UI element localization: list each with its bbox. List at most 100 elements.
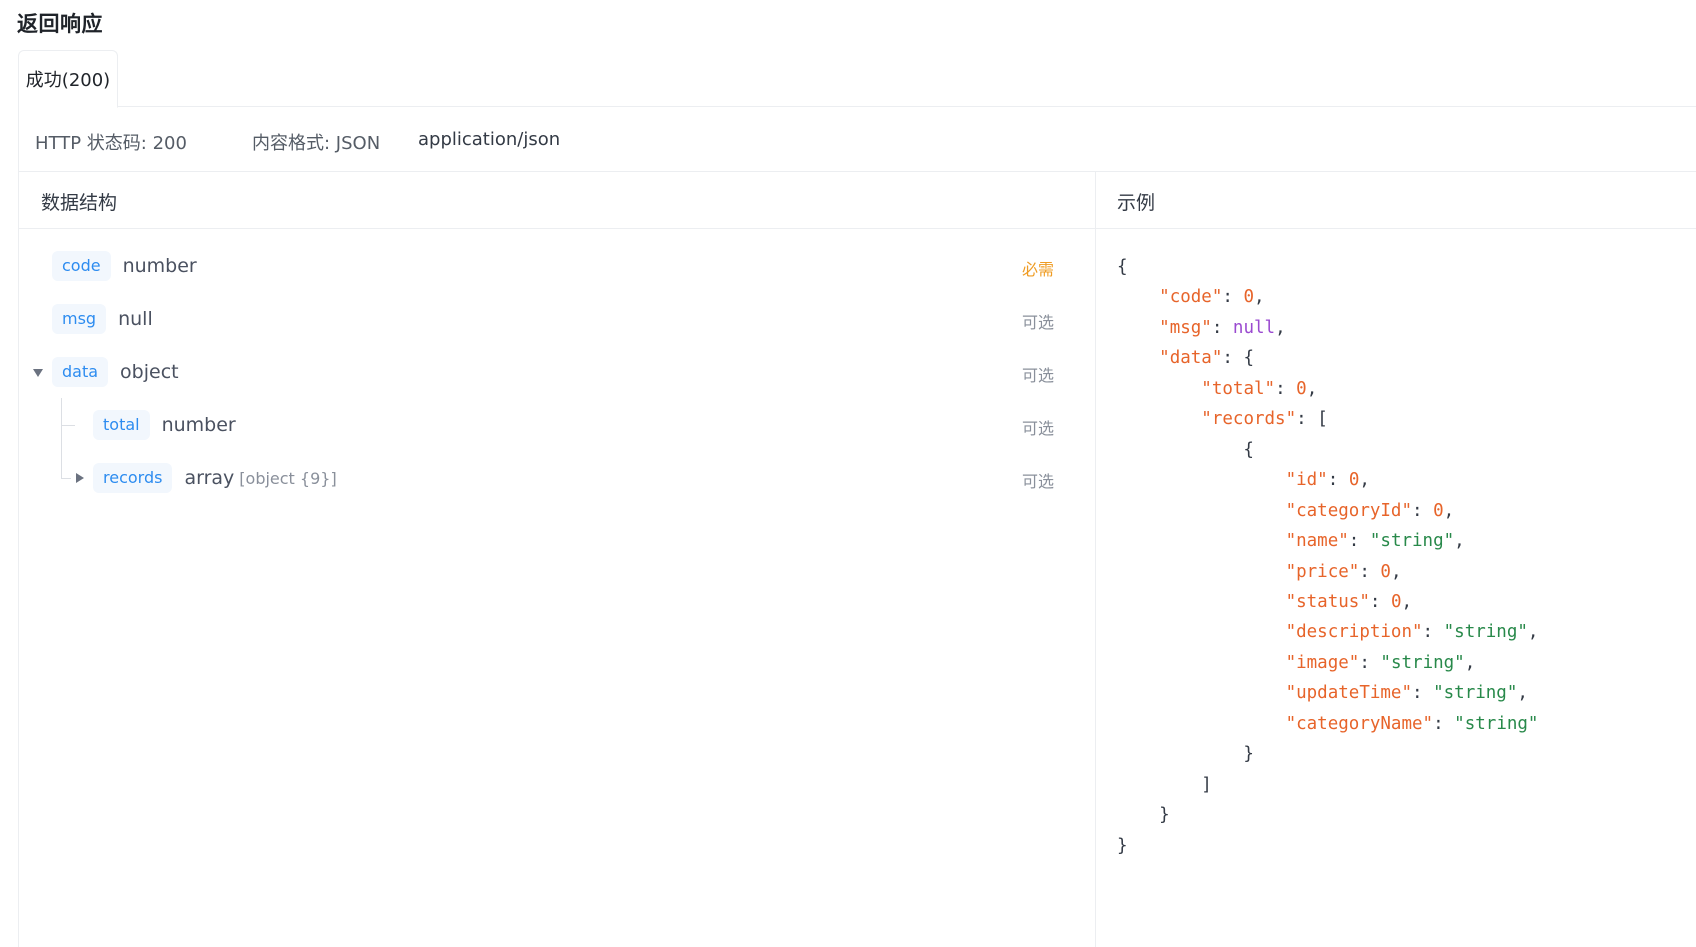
code-line: "total": 0,	[1117, 374, 1538, 404]
schema-header: 数据结构	[19, 172, 1095, 229]
field-requirement-label: 可选	[1022, 313, 1055, 332]
code-token: :	[1412, 683, 1434, 704]
code-token: :	[1327, 470, 1349, 491]
code-token: ,	[1390, 561, 1402, 582]
caret-down-icon[interactable]	[33, 369, 43, 377]
code-token: :	[1348, 531, 1370, 552]
response-panel: HTTP 状态码: 200 内容格式: JSON application/jso…	[18, 107, 1696, 947]
code-token: "msg"	[1159, 317, 1212, 338]
code-token: ,	[1254, 287, 1265, 308]
field-type: number	[161, 414, 236, 436]
code-line: "status": 0,	[1117, 587, 1538, 617]
code-token: ]	[1117, 774, 1212, 795]
code-token: : [	[1296, 409, 1328, 430]
code-line: "id": 0,	[1117, 465, 1538, 495]
code-token: ,	[1527, 622, 1539, 643]
code-token: {	[1117, 257, 1128, 277]
code-token: :	[1369, 591, 1391, 612]
schema-field-code: code number	[52, 249, 197, 283]
tree-guide-branch	[61, 478, 71, 479]
code-token: "code"	[1159, 287, 1223, 308]
code-token: 0	[1380, 561, 1391, 582]
code-token: null	[1232, 317, 1276, 338]
code-token: "categoryId"	[1285, 500, 1413, 521]
schema-column: 数据结构	[19, 172, 1096, 947]
schema-field-data[interactable]: data object	[52, 355, 179, 389]
code-token: }	[1117, 805, 1170, 826]
code-token: "name"	[1285, 531, 1349, 552]
example-header: 示例	[1096, 172, 1696, 229]
code-token: "data"	[1159, 348, 1223, 369]
code-token: 0	[1390, 591, 1402, 612]
code-token: 0	[1433, 500, 1444, 521]
field-type: null	[118, 308, 153, 330]
code-token: ,	[1454, 531, 1465, 552]
field-name-tag: total	[93, 410, 150, 440]
code-token: "status"	[1285, 591, 1370, 612]
code-line: }	[1117, 800, 1538, 830]
caret-right-icon[interactable]	[76, 473, 84, 483]
code-token: "string"	[1380, 652, 1465, 673]
code-line: }	[1117, 831, 1538, 861]
http-status-code: HTTP 状态码: 200	[35, 133, 187, 154]
code-token: "string"	[1454, 713, 1539, 734]
code-token: :	[1433, 713, 1455, 734]
code-token: "categoryName"	[1285, 713, 1434, 734]
code-token: }	[1117, 744, 1254, 765]
response-tab-bar: 成功(200)	[18, 50, 1696, 108]
code-token: 0	[1348, 470, 1360, 491]
code-line: {	[1117, 252, 1538, 282]
field-requirement-label: 可选	[1022, 419, 1055, 438]
code-token: {	[1117, 439, 1254, 460]
code-token: 0	[1296, 378, 1307, 399]
code-token: :	[1412, 500, 1434, 521]
code-line: {	[1117, 435, 1538, 465]
schema-field-records[interactable]: records array [object {9}]	[93, 461, 337, 495]
code-token: :	[1359, 561, 1381, 582]
code-token: "records"	[1201, 409, 1297, 430]
code-token: "price"	[1285, 561, 1360, 582]
code-line: "description": "string",	[1117, 617, 1539, 647]
field-name-tag: code	[52, 251, 111, 281]
code-token: }	[1117, 835, 1128, 856]
code-token: "total"	[1201, 378, 1276, 399]
field-name-tag: msg	[52, 304, 107, 334]
example-column: 示例 { "code": 0, "msg": null, "data": { "…	[1096, 172, 1696, 947]
code-token: "updateTime"	[1285, 683, 1413, 704]
code-line: "data": {	[1117, 343, 1538, 373]
code-token: :	[1359, 652, 1381, 673]
field-type: object	[120, 361, 179, 383]
code-token: :	[1275, 378, 1297, 399]
code-line: "price": 0,	[1117, 557, 1538, 587]
tab-success-200[interactable]: 成功(200)	[18, 50, 118, 108]
code-token: ,	[1443, 500, 1455, 521]
code-token: "string"	[1433, 683, 1518, 704]
code-token: "string"	[1443, 622, 1528, 643]
schema-field-total: total number	[93, 408, 236, 442]
code-line: }	[1117, 739, 1538, 769]
code-token: ,	[1464, 652, 1476, 673]
code-token: "string"	[1369, 531, 1455, 552]
code-token: :	[1211, 317, 1233, 338]
code-token: ,	[1401, 591, 1413, 612]
code-token: :	[1422, 622, 1444, 643]
field-type: array	[184, 467, 235, 489]
code-line: "name": "string",	[1117, 526, 1538, 556]
field-requirement-label: 必需	[1022, 260, 1055, 279]
code-token: "description"	[1285, 622, 1423, 643]
code-token: "image"	[1285, 652, 1360, 673]
code-line: ]	[1117, 770, 1538, 800]
code-line: "categoryName": "string"	[1117, 709, 1539, 739]
